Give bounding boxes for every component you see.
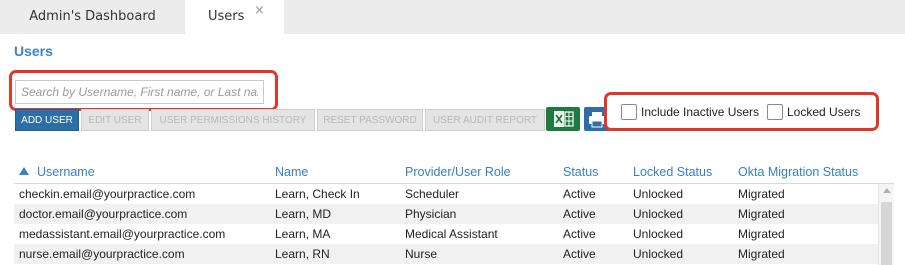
cell-role: Scheduler	[405, 187, 460, 201]
cell-name: Learn, RN	[275, 247, 330, 261]
cell-locked-status: Unlocked	[633, 187, 684, 201]
tab-bar: Admin's Dashboard Users ×	[0, 0, 905, 34]
include-inactive-users-checkbox[interactable]	[621, 104, 637, 120]
table-row[interactable]: checkin.email@yourpractice.com Learn, Ch…	[14, 184, 878, 204]
cell-role: Physician	[405, 207, 457, 221]
search-input[interactable]	[15, 80, 264, 104]
column-header-role[interactable]: Provider/User Role	[405, 165, 511, 179]
cell-status: Active	[563, 207, 596, 221]
column-header-locked-status[interactable]: Locked Status	[633, 165, 712, 179]
table-row[interactable]: doctor.email@yourpractice.com Learn, MD …	[14, 204, 878, 224]
user-permissions-history-button[interactable]: USER PERMISSIONS HISTORY	[151, 109, 315, 131]
cell-username: medassistant.email@yourpractice.com	[19, 227, 226, 241]
tab-admin-dashboard[interactable]: Admin's Dashboard	[0, 0, 185, 34]
excel-export-icon	[554, 111, 574, 127]
table-row[interactable]: nurse.email@yourpractice.com Learn, RN N…	[14, 244, 878, 264]
reset-password-button[interactable]: RESET PASSWORD	[317, 109, 423, 131]
table-scrollbar[interactable]	[878, 184, 894, 265]
cell-name: Learn, MA	[275, 227, 331, 241]
cell-role: Nurse	[405, 247, 438, 261]
page-title: Users	[14, 43, 53, 59]
scrollbar-thumb[interactable]	[881, 202, 892, 265]
cell-name: Learn, MD	[275, 207, 332, 221]
excel-export-button[interactable]	[546, 107, 580, 131]
add-user-button[interactable]: ADD USER	[15, 109, 79, 131]
cell-locked-status: Unlocked	[633, 227, 684, 241]
column-header-username[interactable]: Username	[37, 165, 95, 179]
close-icon[interactable]: ×	[254, 0, 265, 28]
cell-okta-status: Migrated	[738, 227, 785, 241]
cell-status: Active	[563, 187, 596, 201]
cell-okta-status: Migrated	[738, 207, 785, 221]
cell-name: Learn, Check In	[275, 187, 360, 201]
table-row[interactable]: medassistant.email@yourpractice.com Lear…	[14, 224, 878, 244]
cell-username: doctor.email@yourpractice.com	[19, 207, 188, 221]
scroll-up-arrow-icon[interactable]	[883, 188, 891, 193]
column-header-okta-migration-status[interactable]: Okta Migration Status	[738, 165, 858, 179]
user-audit-report-button[interactable]: USER AUDIT REPORT	[425, 109, 545, 131]
cell-role: Medical Assistant	[405, 227, 498, 241]
edit-user-button[interactable]: EDIT USER	[81, 109, 149, 131]
cell-status: Active	[563, 227, 596, 241]
tab-users-label: Users	[208, 9, 245, 24]
cell-username: nurse.email@yourpractice.com	[19, 247, 185, 261]
cell-locked-status: Unlocked	[633, 247, 684, 261]
locked-users-checkbox[interactable]	[767, 104, 783, 120]
cell-locked-status: Unlocked	[633, 207, 684, 221]
sort-ascending-icon[interactable]	[19, 167, 29, 175]
cell-username: checkin.email@yourpractice.com	[19, 187, 196, 201]
column-header-name[interactable]: Name	[275, 165, 308, 179]
cell-okta-status: Migrated	[738, 247, 785, 261]
cell-status: Active	[563, 247, 596, 261]
include-inactive-users-label[interactable]: Include Inactive Users	[641, 105, 759, 119]
locked-users-label[interactable]: Locked Users	[787, 105, 860, 119]
column-header-status[interactable]: Status	[563, 165, 598, 179]
cell-okta-status: Migrated	[738, 187, 785, 201]
tab-users[interactable]: Users ×	[185, 0, 284, 34]
